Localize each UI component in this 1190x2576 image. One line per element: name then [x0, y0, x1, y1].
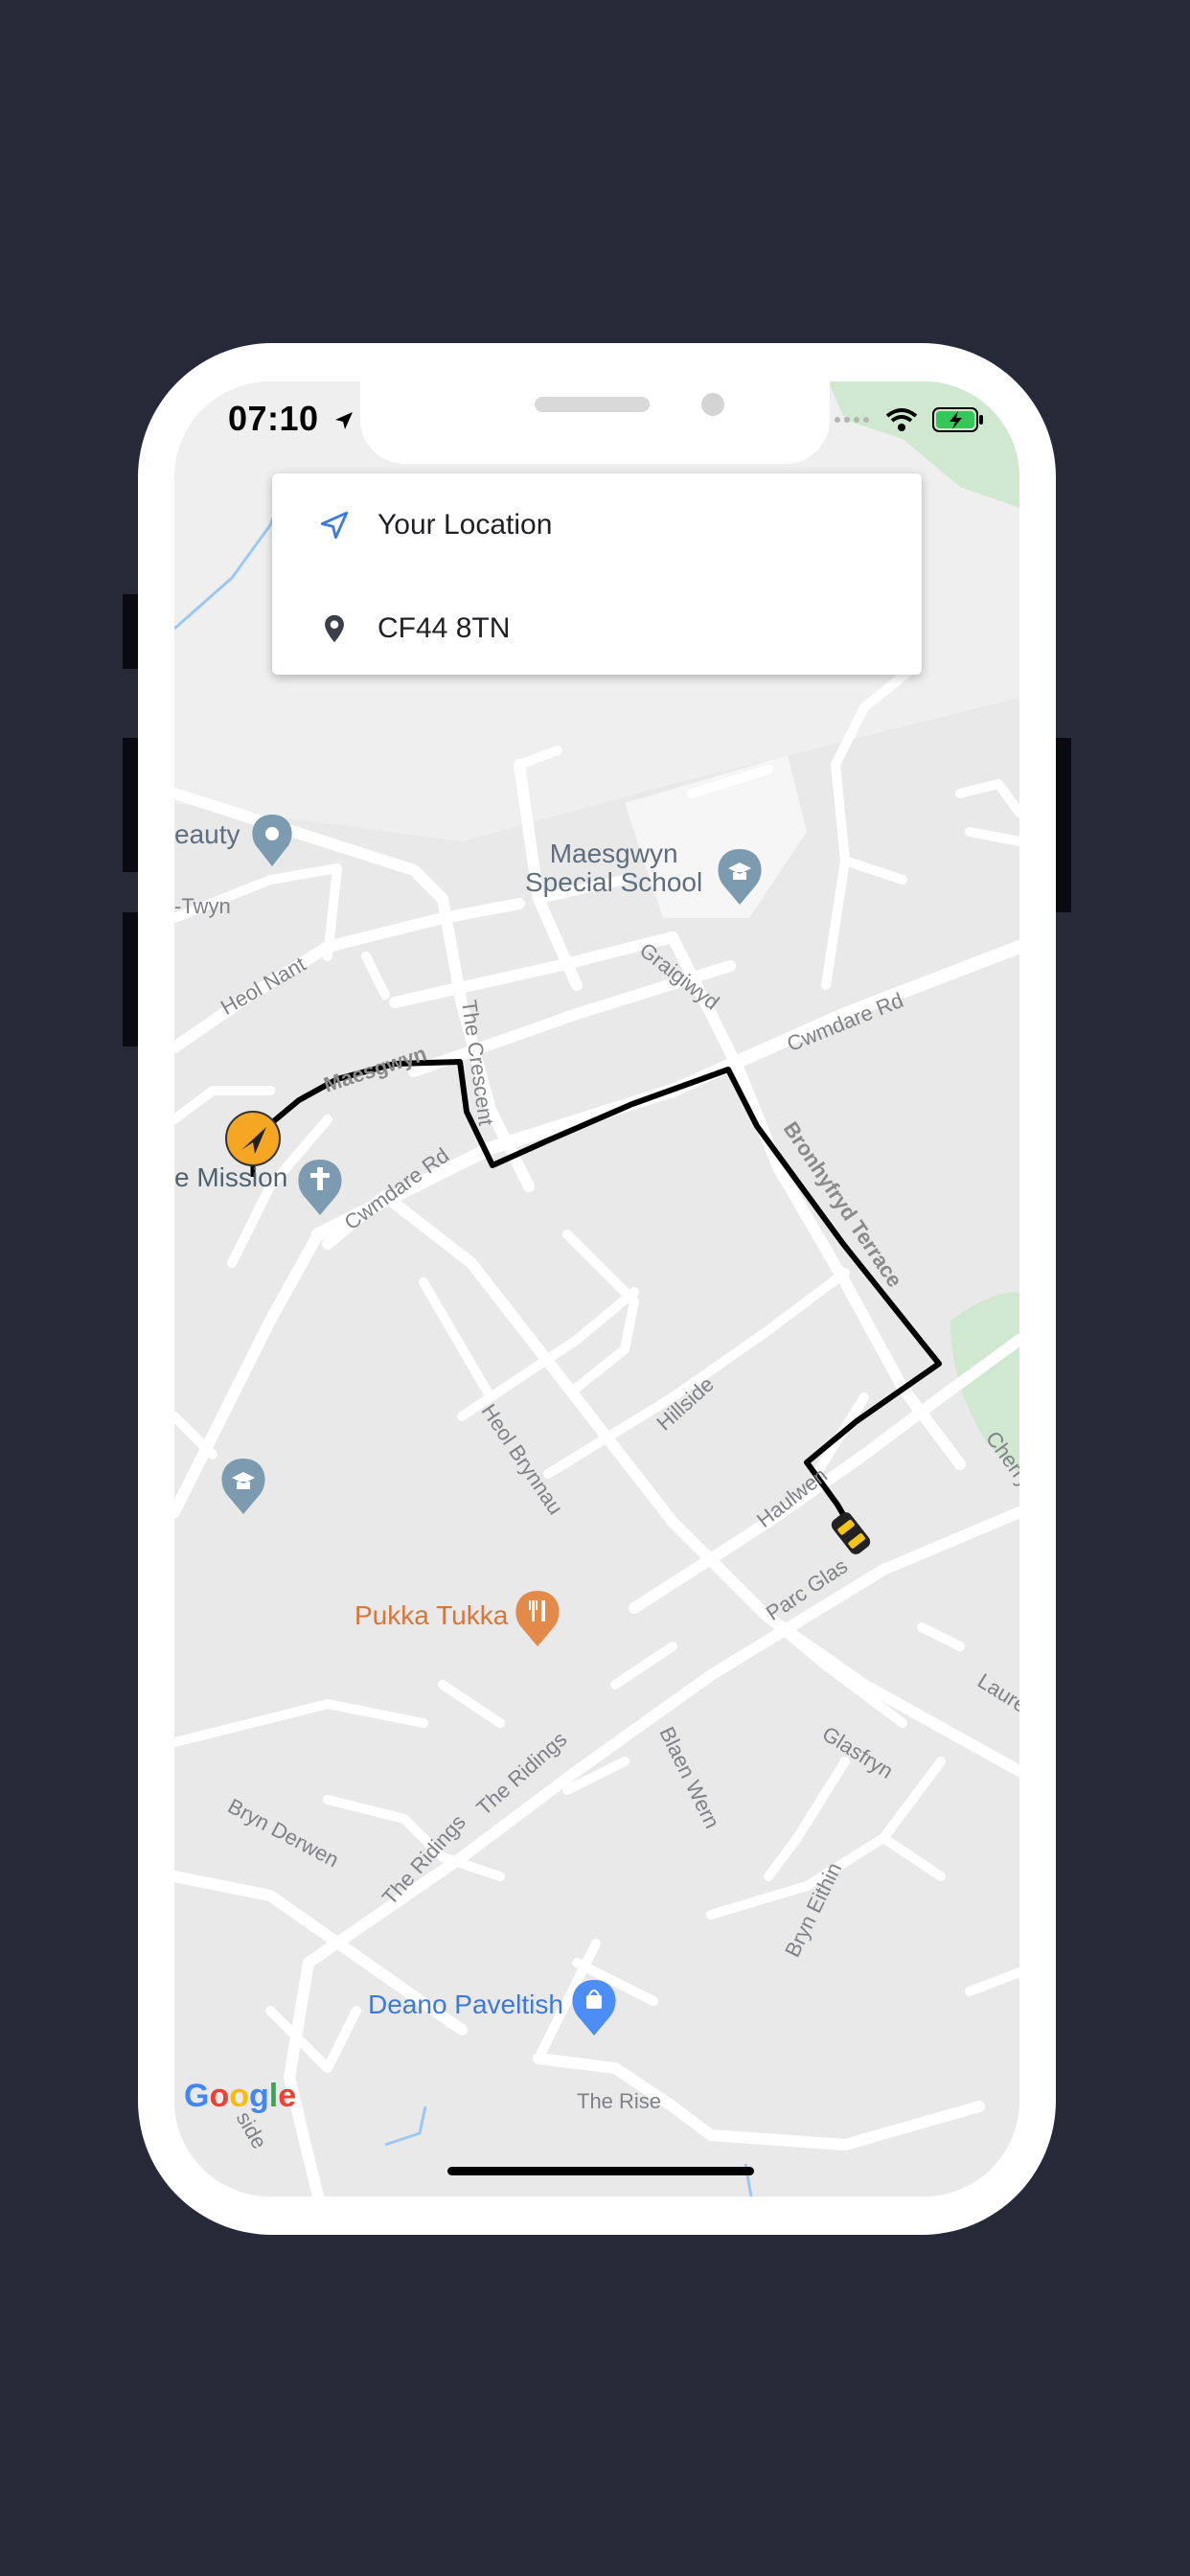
destination-label: CF44 8TN — [378, 612, 511, 644]
phone-frame: -Twyn Heol Nant Maesgwyn The Crescent Gr… — [138, 343, 1056, 2235]
poi-label-beauty[interactable]: eauty — [174, 820, 240, 849]
route-search-card: Your Location CF44 8TN — [272, 473, 922, 675]
signal-dots-icon — [835, 417, 869, 423]
poi-label-restaurant[interactable]: Pukka Tukka — [355, 1601, 508, 1630]
home-indicator[interactable] — [447, 2167, 754, 2175]
google-logo: Google — [184, 2078, 297, 2114]
notch — [360, 381, 830, 464]
origin-label: Your Location — [378, 509, 553, 540]
poi-label-school[interactable]: Maesgwyn Special School — [525, 840, 702, 897]
status-clock: 07:10 — [228, 399, 319, 438]
location-services-icon — [335, 412, 354, 429]
street-label: The Rise — [577, 2089, 662, 2113]
destination-row[interactable]: CF44 8TN — [318, 600, 510, 657]
origin-row[interactable]: Your Location — [318, 496, 552, 554]
status-time: 07:10 — [228, 399, 355, 439]
location-pin-icon — [325, 614, 344, 643]
speaker — [535, 397, 650, 412]
power-button — [1054, 738, 1071, 912]
wifi-icon — [885, 408, 918, 431]
status-indicators — [834, 406, 985, 433]
poi-label-mission[interactable]: e Mission — [174, 1163, 287, 1192]
street-label: -Twyn — [174, 894, 231, 918]
battery-charging-icon — [932, 407, 983, 432]
navigation-arrow-icon — [320, 511, 349, 540]
screen: -Twyn Heol Nant Maesgwyn The Crescent Gr… — [174, 381, 1019, 2196]
poi-label-shop[interactable]: Deano Paveltish — [368, 1990, 563, 2019]
front-camera — [701, 393, 724, 416]
